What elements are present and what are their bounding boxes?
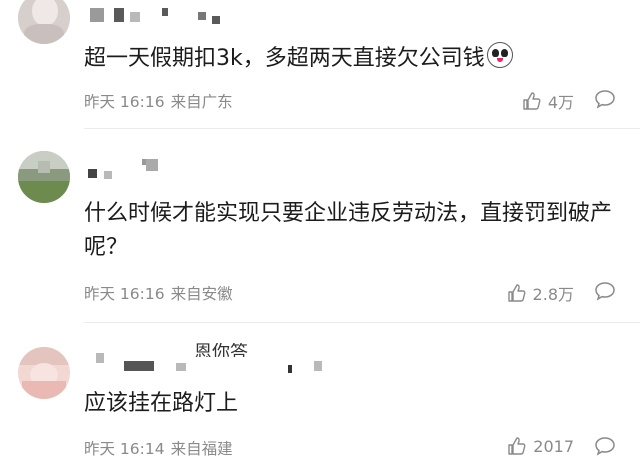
comment-text: 应该挂在路灯上 [84, 391, 239, 416]
thumbs-up-icon [508, 437, 526, 455]
reply-button[interactable] [594, 281, 616, 305]
reply-button[interactable] [594, 89, 616, 113]
comment-location: 来自福建 [170, 440, 233, 458]
username-redacted[interactable] [84, 8, 244, 28]
comment-time: 昨天 16:16 [84, 93, 165, 111]
comment-item: 什么时候才能实现只要企业违反劳动法，直接罚到破产呢？ 昨天 16:16 来自安徽 … [0, 129, 640, 321]
comment-text-content: 超一天假期扣3k，多超两天直接欠公司钱 [84, 46, 485, 71]
like-count: 2.8万 [532, 285, 574, 304]
comment-text: 超一天假期扣3k，多超两天直接欠公司钱 [84, 42, 620, 76]
panda-emoji-icon [486, 42, 513, 68]
avatar[interactable] [18, 0, 70, 44]
comment-time: 昨天 16:14 [84, 440, 165, 458]
comment-meta: 昨天 16:16 来自广东 [84, 90, 233, 112]
comment-time: 昨天 16:16 [84, 285, 165, 303]
avatar[interactable] [18, 151, 70, 203]
like-count: 2017 [533, 436, 574, 456]
like-count: 4万 [547, 93, 574, 112]
like-button[interactable]: 2.8万 [507, 281, 574, 305]
comment-bubble-icon [595, 282, 615, 301]
username-fragment[interactable]: 恩你答 [194, 343, 248, 357]
comment-location: 来自广东 [170, 93, 233, 111]
like-button[interactable]: 4万 [522, 89, 574, 113]
comment-bubble-icon [595, 437, 615, 456]
reply-button[interactable] [594, 436, 616, 460]
username-redacted[interactable] [84, 159, 204, 179]
avatar[interactable] [18, 347, 70, 399]
like-button[interactable]: 2017 [507, 436, 574, 456]
comment-item: 恩你答 应该挂在路灯上 昨天 16:14 来自福建 2017 [0, 323, 640, 458]
comment-item: 超一天假期扣3k，多超两天直接欠公司钱 昨天 16:16 来自广东 4万 [0, 0, 640, 128]
comment-text: 什么时候才能实现只要企业违反劳动法，直接罚到破产呢？ [84, 201, 613, 260]
comment-meta: 昨天 16:14 来自福建 [84, 437, 233, 459]
thumbs-up-icon [523, 92, 541, 110]
comment-meta: 昨天 16:16 来自安徽 [84, 282, 233, 304]
comment-bubble-icon [595, 90, 615, 109]
thumbs-up-icon [507, 284, 526, 302]
comment-location: 来自安徽 [170, 285, 233, 303]
